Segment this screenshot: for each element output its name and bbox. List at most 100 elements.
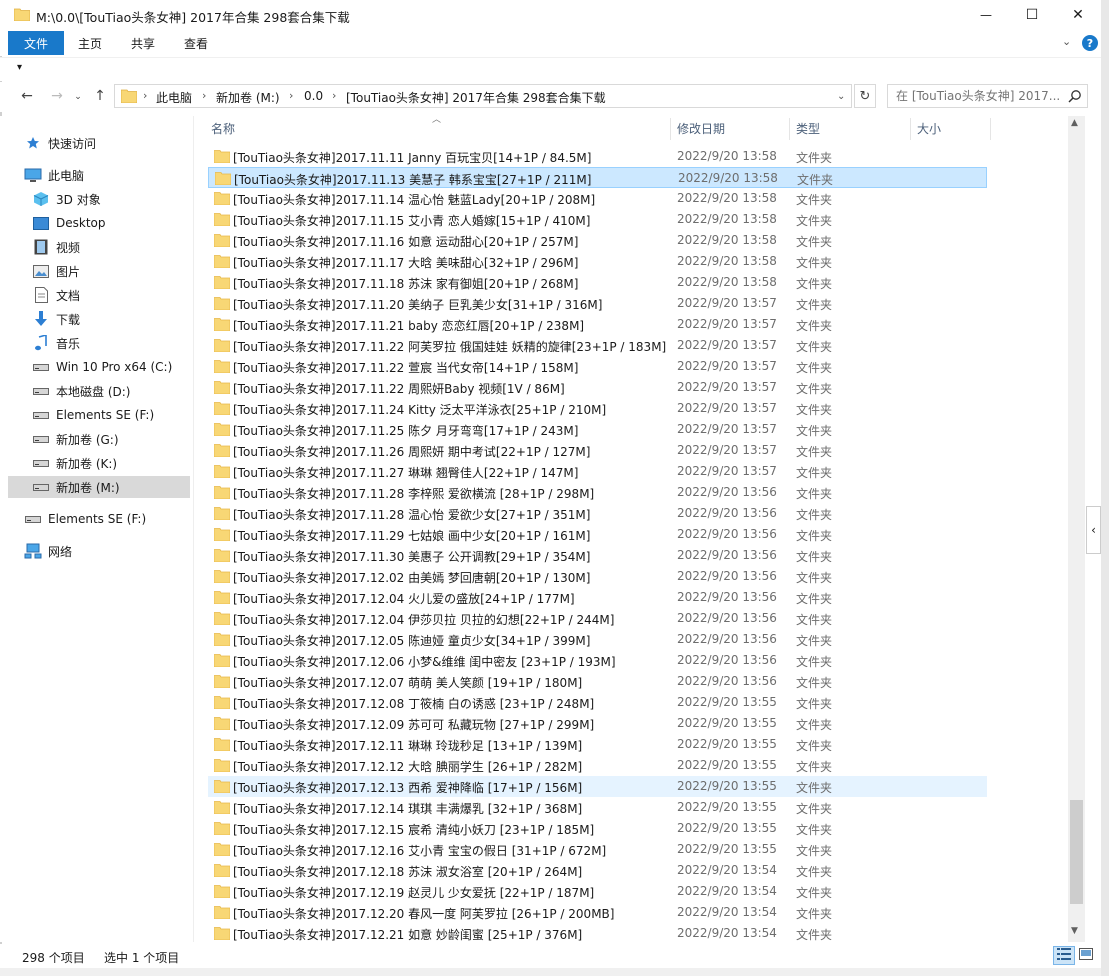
- sidebar-item[interactable]: 新加卷 (G:): [8, 428, 190, 450]
- column-divider[interactable]: [910, 118, 911, 140]
- file-row[interactable]: [TouTiao头条女神]2017.11.27 琳琳 翘臀佳人[22+1P / …: [208, 461, 987, 482]
- quick-access-dropdown-icon[interactable]: ▾: [17, 62, 22, 73]
- breadcrumb-this-pc[interactable]: 此电脑: [156, 89, 192, 106]
- file-row[interactable]: [TouTiao头条女神]2017.12.04 火儿爱の盛放[24+1P / 1…: [208, 587, 987, 608]
- search-icon[interactable]: [1068, 89, 1082, 106]
- column-size[interactable]: 大小: [917, 120, 941, 137]
- sidebar-item[interactable]: 网络: [8, 540, 190, 562]
- sidebar-item[interactable]: 快速访问: [8, 132, 190, 154]
- large-icons-view-button[interactable]: [1077, 946, 1095, 965]
- back-button[interactable]: ←: [17, 88, 37, 104]
- file-row[interactable]: [TouTiao头条女神]2017.12.14 琪琪 丰满爆乳 [32+1P /…: [208, 797, 987, 818]
- up-button[interactable]: ↑: [90, 88, 110, 104]
- file-row[interactable]: [TouTiao头条女神]2017.12.09 苏可可 私藏玩物 [27+1P …: [208, 713, 987, 734]
- file-row[interactable]: [TouTiao头条女神]2017.12.12 大晗 腆丽学生 [26+1P /…: [208, 755, 987, 776]
- breadcrumb-separator[interactable]: ›: [202, 89, 206, 102]
- file-row[interactable]: [TouTiao头条女神]2017.11.14 温心怡 魅蓝Lady[20+1P…: [208, 188, 987, 209]
- breadcrumb-drive-m[interactable]: 新加卷 (M:): [216, 89, 280, 106]
- file-row[interactable]: [TouTiao头条女神]2017.12.06 小梦&维维 闺中密友 [23+1…: [208, 650, 987, 671]
- file-row[interactable]: [TouTiao头条女神]2017.11.26 周熙妍 期中考试[22+1P /…: [208, 440, 987, 461]
- ribbon-expand-icon[interactable]: ⌄: [1062, 35, 1071, 48]
- details-view-button[interactable]: [1053, 946, 1075, 965]
- forward-button[interactable]: →: [47, 88, 67, 104]
- file-row[interactable]: [TouTiao头条女神]2017.11.18 苏沫 家有御姐[20+1P / …: [208, 272, 987, 293]
- file-row[interactable]: [TouTiao头条女神]2017.11.15 艾小青 恋人婚嫁[15+1P /…: [208, 209, 987, 230]
- sidebar-item-label: Win 10 Pro x64 (C:): [56, 360, 173, 374]
- file-row[interactable]: [TouTiao头条女神]2017.11.22 萱宸 当代女帝[14+1P / …: [208, 356, 987, 377]
- breadcrumb-separator[interactable]: ›: [289, 89, 293, 102]
- file-row[interactable]: [TouTiao头条女神]2017.12.05 陈迪娅 童贞少女[34+1P /…: [208, 629, 987, 650]
- file-row[interactable]: [TouTiao头条女神]2017.12.19 赵灵儿 少女爱抚 [22+1P …: [208, 881, 987, 902]
- column-modified[interactable]: 修改日期: [677, 120, 725, 137]
- tab-share[interactable]: 共享: [117, 31, 169, 55]
- file-row[interactable]: [TouTiao头条女神]2017.11.25 陈夕 月牙弯弯[17+1P / …: [208, 419, 987, 440]
- breadcrumb-current-folder[interactable]: [TouTiao头条女神] 2017年合集 298套合集下载: [346, 89, 606, 106]
- scroll-up-icon[interactable]: ▲: [1071, 118, 1078, 128]
- breadcrumb-separator[interactable]: ›: [143, 89, 147, 102]
- file-row[interactable]: [TouTiao头条女神]2017.11.24 Kitty 泛太平洋泳衣[25+…: [208, 398, 987, 419]
- sidebar-item[interactable]: 此电脑: [8, 164, 190, 186]
- address-bar[interactable]: › 此电脑 › 新加卷 (M:) › 0.0 › [TouTiao头条女神] 2…: [114, 84, 852, 108]
- file-row[interactable]: [TouTiao头条女神]2017.11.13 美慧子 韩系宝宝[27+1P /…: [208, 167, 987, 188]
- tab-view[interactable]: 查看: [171, 31, 221, 55]
- file-row[interactable]: [TouTiao头条女神]2017.11.22 阿芙罗拉 俄国娃娃 妖精的旋律[…: [208, 335, 987, 356]
- tab-file[interactable]: 文件: [8, 31, 64, 55]
- vertical-scrollbar[interactable]: ▲ ▼: [1068, 116, 1085, 942]
- recent-locations-icon[interactable]: ⌄: [68, 92, 88, 102]
- tab-home[interactable]: 主页: [66, 31, 114, 55]
- file-row[interactable]: [TouTiao头条女神]2017.12.02 由美嫣 梦回唐朝[20+1P /…: [208, 566, 987, 587]
- sidebar-item[interactable]: 文档: [8, 284, 190, 306]
- file-row[interactable]: [TouTiao头条女神]2017.12.07 萌萌 美人笑颜 [19+1P /…: [208, 671, 987, 692]
- file-row[interactable]: [TouTiao头条女神]2017.11.16 如意 运动甜心[20+1P / …: [208, 230, 987, 251]
- address-dropdown-icon[interactable]: ⌄: [837, 91, 845, 102]
- search-box[interactable]: [887, 84, 1088, 108]
- file-row[interactable]: [TouTiao头条女神]2017.11.22 周熙妍Baby 视频[1V / …: [208, 377, 987, 398]
- file-row[interactable]: [TouTiao头条女神]2017.12.04 伊莎贝拉 贝拉的幻想[22+1P…: [208, 608, 987, 629]
- column-divider[interactable]: [990, 118, 991, 140]
- scroll-thumb[interactable]: [1070, 800, 1083, 905]
- sidebar-item[interactable]: Elements SE (F:): [8, 404, 190, 426]
- file-row[interactable]: [TouTiao头条女神]2017.11.11 Janny 百玩宝贝[14+1P…: [208, 146, 987, 167]
- sidebar-item[interactable]: Desktop: [8, 212, 190, 234]
- sidebar-item[interactable]: 视频: [8, 236, 190, 258]
- sidebar-item[interactable]: Win 10 Pro x64 (C:): [8, 356, 190, 378]
- file-row[interactable]: [TouTiao头条女神]2017.11.28 李梓熙 爱欲横流 [28+1P …: [208, 482, 987, 503]
- file-row[interactable]: [TouTiao头条女神]2017.11.21 baby 恋恋红唇[20+1P …: [208, 314, 987, 335]
- sidebar-item[interactable]: 下载: [8, 308, 190, 330]
- column-divider[interactable]: [789, 118, 790, 140]
- file-row[interactable]: [TouTiao头条女神]2017.12.13 西希 爱神降临 [17+1P /…: [208, 776, 987, 797]
- file-row[interactable]: [TouTiao头条女神]2017.12.18 苏沫 淑女浴室 [20+1P /…: [208, 860, 987, 881]
- file-row[interactable]: [TouTiao头条女神]2017.12.08 丁筱楠 白の诱惑 [23+1P …: [208, 692, 987, 713]
- sidebar-item[interactable]: 新加卷 (M:): [8, 476, 190, 498]
- preview-pane-toggle[interactable]: ‹: [1086, 506, 1101, 554]
- minimize-button[interactable]: —: [963, 0, 1009, 30]
- sidebar-item[interactable]: 3D 对象: [8, 188, 190, 210]
- breadcrumb-separator[interactable]: ›: [332, 89, 336, 102]
- scroll-down-icon[interactable]: ▼: [1071, 926, 1078, 936]
- search-input[interactable]: [888, 85, 1064, 107]
- file-type: 文件夹: [796, 718, 833, 732]
- column-divider[interactable]: [670, 118, 671, 140]
- maximize-button[interactable]: ☐: [1009, 0, 1055, 30]
- sidebar-item[interactable]: 本地磁盘 (D:): [8, 380, 190, 402]
- help-icon[interactable]: ?: [1082, 35, 1098, 51]
- close-button[interactable]: ✕: [1055, 0, 1101, 30]
- sidebar-item[interactable]: 图片: [8, 260, 190, 282]
- file-row[interactable]: [TouTiao头条女神]2017.12.20 春风一度 阿芙罗拉 [26+1P…: [208, 902, 987, 923]
- file-row[interactable]: [TouTiao头条女神]2017.11.17 大晗 美味甜心[32+1P / …: [208, 251, 987, 272]
- file-row[interactable]: [TouTiao头条女神]2017.12.21 如意 妙龄闺蜜 [25+1P /…: [208, 923, 987, 942]
- file-row[interactable]: [TouTiao头条女神]2017.11.20 美纳子 巨乳美少女[31+1P …: [208, 293, 987, 314]
- sidebar-item[interactable]: Elements SE (F:): [8, 508, 190, 530]
- file-row[interactable]: [TouTiao头条女神]2017.11.28 温心怡 爱欲少女[27+1P /…: [208, 503, 987, 524]
- column-name[interactable]: 名称: [211, 120, 235, 137]
- sidebar-item[interactable]: 新加卷 (K:): [8, 452, 190, 474]
- breadcrumb-folder-00[interactable]: 0.0: [304, 89, 323, 103]
- column-type[interactable]: 类型: [796, 120, 820, 137]
- file-row[interactable]: [TouTiao头条女神]2017.11.30 美惠子 公开调教[29+1P /…: [208, 545, 987, 566]
- file-row[interactable]: [TouTiao头条女神]2017.11.29 七姑娘 画中少女[20+1P /…: [208, 524, 987, 545]
- refresh-button[interactable]: ↻: [854, 84, 876, 108]
- sidebar-item[interactable]: 音乐: [8, 332, 190, 354]
- file-row[interactable]: [TouTiao头条女神]2017.12.11 琳琳 玲珑秒足 [13+1P /…: [208, 734, 987, 755]
- file-row[interactable]: [TouTiao头条女神]2017.12.16 艾小青 宝宝の假日 [31+1P…: [208, 839, 987, 860]
- file-row[interactable]: [TouTiao头条女神]2017.12.15 宸希 清纯小妖刀 [23+1P …: [208, 818, 987, 839]
